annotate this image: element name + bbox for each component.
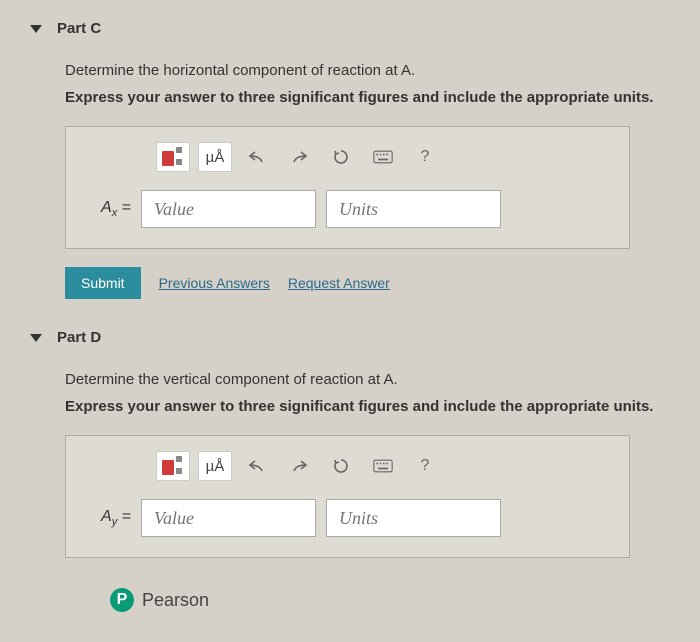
redo-icon — [290, 459, 308, 473]
part-d: Part D Determine the vertical component … — [30, 329, 670, 558]
part-body: Determine the horizontal component of re… — [30, 62, 670, 299]
units-input[interactable] — [326, 190, 501, 228]
toolbar: µÅ ? — [156, 451, 609, 481]
actions-row: Submit Previous Answers Request Answer — [65, 267, 670, 299]
caret-down-icon — [30, 334, 42, 342]
part-title: Part C — [57, 20, 101, 37]
instructions-text: Express your answer to three significant… — [65, 398, 670, 415]
brand-text: Pearson — [142, 590, 209, 611]
keyboard-button[interactable] — [366, 451, 400, 481]
toolbar: µÅ ? — [156, 142, 609, 172]
value-input[interactable] — [141, 499, 316, 537]
help-button[interactable]: ? — [408, 142, 442, 172]
part-title: Part D — [57, 329, 101, 346]
templates-icon — [162, 456, 184, 476]
pearson-logo-icon: P — [110, 588, 134, 612]
variable-label: Ay = — [86, 508, 131, 528]
question-text: Determine the horizontal component of re… — [65, 62, 670, 79]
templates-button[interactable] — [156, 451, 190, 481]
part-c: Part C Determine the horizontal componen… — [30, 20, 670, 299]
previous-answers-link[interactable]: Previous Answers — [159, 275, 270, 291]
reset-icon — [332, 457, 350, 475]
instructions-text: Express your answer to three significant… — [65, 89, 670, 106]
units-input[interactable] — [326, 499, 501, 537]
special-chars-button[interactable]: µÅ — [198, 142, 232, 172]
input-row: Ax = — [86, 190, 609, 228]
help-button[interactable]: ? — [408, 451, 442, 481]
keyboard-icon — [373, 459, 393, 473]
part-header[interactable]: Part C — [30, 20, 670, 37]
keyboard-icon — [373, 150, 393, 164]
value-input[interactable] — [141, 190, 316, 228]
redo-icon — [290, 150, 308, 164]
undo-icon — [248, 459, 266, 473]
variable-label: Ax = — [86, 199, 131, 219]
part-header[interactable]: Part D — [30, 329, 670, 346]
footer: P Pearson — [30, 588, 670, 612]
reset-icon — [332, 148, 350, 166]
question-text: Determine the vertical component of reac… — [65, 371, 670, 388]
answer-box: µÅ ? Ax = — [65, 126, 630, 249]
reset-button[interactable] — [324, 142, 358, 172]
undo-icon — [248, 150, 266, 164]
answer-box: µÅ ? Ay = — [65, 435, 630, 558]
request-answer-link[interactable]: Request Answer — [288, 275, 390, 291]
reset-button[interactable] — [324, 451, 358, 481]
input-row: Ay = — [86, 499, 609, 537]
part-body: Determine the vertical component of reac… — [30, 371, 670, 558]
submit-button[interactable]: Submit — [65, 267, 141, 299]
templates-button[interactable] — [156, 142, 190, 172]
redo-button[interactable] — [282, 142, 316, 172]
special-chars-button[interactable]: µÅ — [198, 451, 232, 481]
redo-button[interactable] — [282, 451, 316, 481]
undo-button[interactable] — [240, 451, 274, 481]
templates-icon — [162, 147, 184, 167]
keyboard-button[interactable] — [366, 142, 400, 172]
caret-down-icon — [30, 25, 42, 33]
undo-button[interactable] — [240, 142, 274, 172]
